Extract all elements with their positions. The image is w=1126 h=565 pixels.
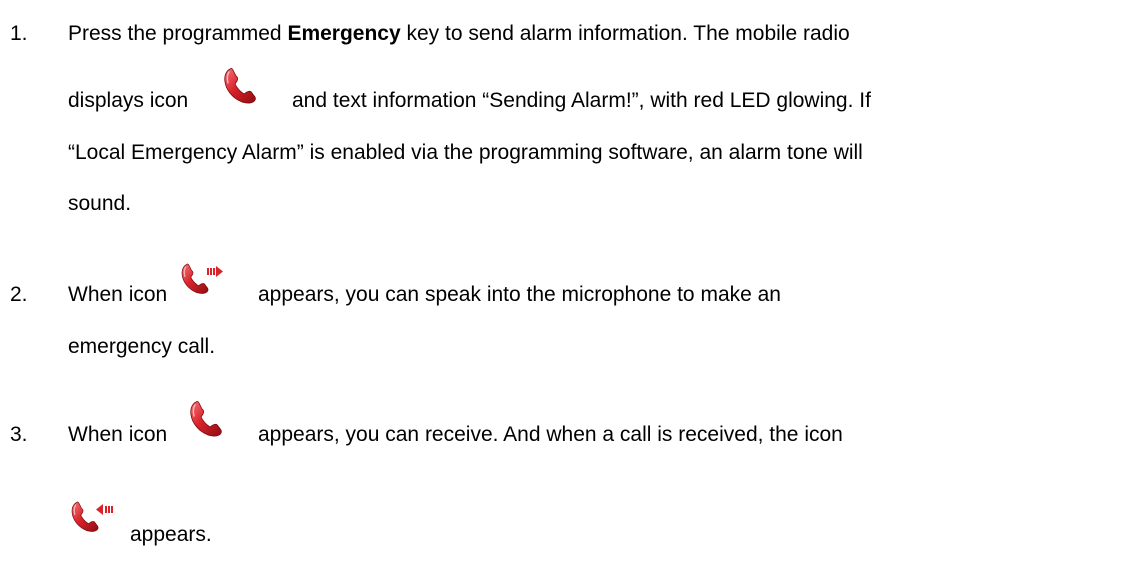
phone-icon — [186, 399, 226, 439]
step-1-line-2-start: displays icon — [68, 89, 189, 112]
step-1-number: 1. — [10, 22, 28, 45]
step-1-line-2-end: and text information “Sending Alarm!”, w… — [292, 89, 871, 112]
step-1-line-3: “Local Emergency Alarm” is enabled via t… — [68, 141, 863, 164]
phone-incoming-icon — [68, 498, 124, 538]
document-page: 1. Press the programmed Emergency key to… — [0, 0, 1126, 565]
step-2-line-1-start: When icon — [68, 283, 168, 306]
phone-icon — [220, 66, 260, 106]
step-1-line-1-text: Press the programmed — [68, 22, 288, 45]
step-1-line-1-text-end: key to send alarm information. The mobil… — [400, 22, 850, 45]
step-3-line-2: appears. — [130, 523, 212, 546]
step-2-line-2: emergency call. — [68, 335, 216, 358]
step-2-number: 2. — [10, 283, 28, 306]
step-3-line-1-end: appears, you can receive. And when a cal… — [258, 423, 843, 446]
step-1-line-1: Press the programmed Emergency key to se… — [68, 20, 850, 48]
step-2-line-1-end: appears, you can speak into the micropho… — [258, 283, 781, 306]
step-1-line-4: sound. — [68, 192, 132, 215]
phone-transmit-icon — [178, 260, 234, 300]
step-3-number: 3. — [10, 423, 28, 446]
emergency-key-label: Emergency — [287, 22, 401, 45]
step-3-line-1-start: When icon — [68, 423, 168, 446]
